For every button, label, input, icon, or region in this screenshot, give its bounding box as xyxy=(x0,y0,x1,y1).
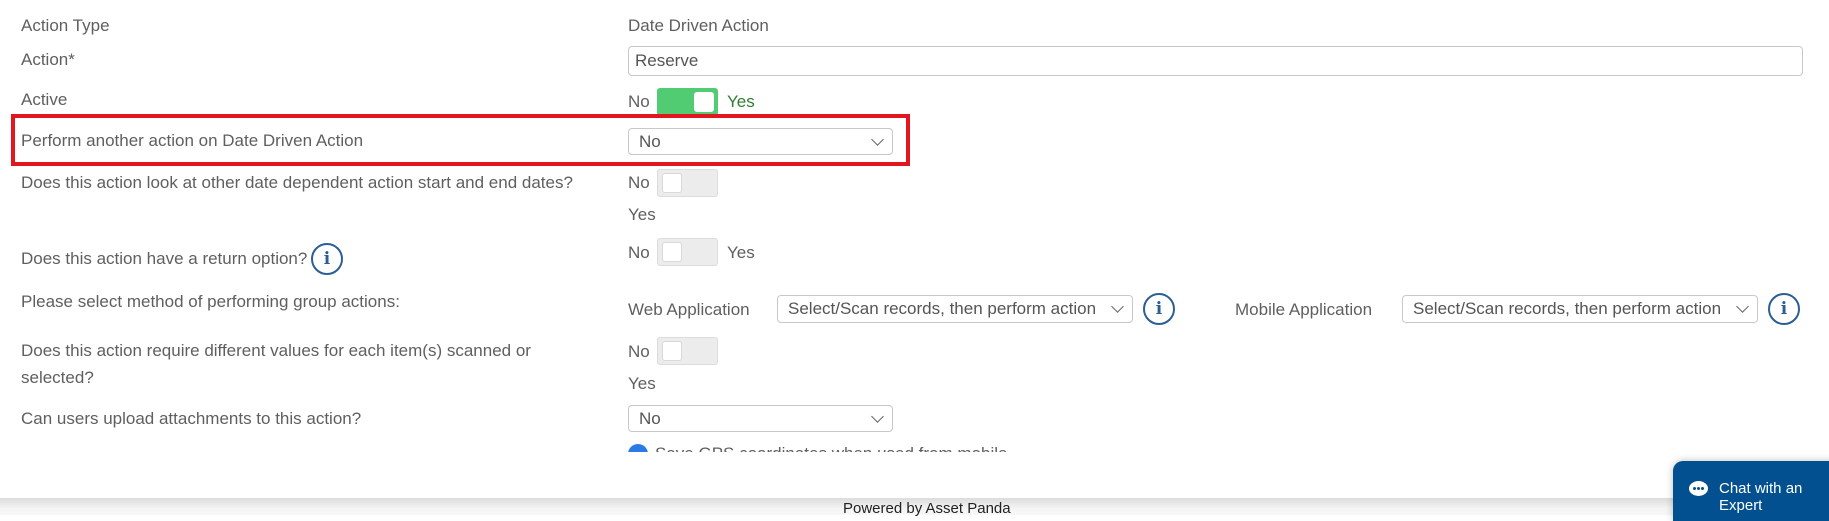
mobile-application-select[interactable]: Select/Scan records, then perform action xyxy=(1402,295,1758,323)
chat-button[interactable]: Chat with an Expert xyxy=(1673,461,1829,521)
different-values-yes: Yes xyxy=(628,374,656,393)
group-method-label: Please select method of performing group… xyxy=(21,292,400,311)
action-type-label: Action Type xyxy=(21,16,110,35)
look-other-dates-no: No xyxy=(628,173,650,192)
footer: Powered by Asset Panda xyxy=(0,498,1829,517)
web-application-value: Select/Scan records, then perform action xyxy=(788,299,1097,318)
return-option-toggle[interactable] xyxy=(657,238,718,266)
info-icon[interactable]: i xyxy=(1143,293,1175,325)
different-values-toggle[interactable] xyxy=(657,337,718,365)
active-yes-label: Yes xyxy=(727,92,755,111)
chevron-down-icon xyxy=(1111,300,1124,313)
mobile-application-value: Select/Scan records, then perform action xyxy=(1413,299,1722,318)
return-option-label: Does this action have a return option? xyxy=(21,249,308,268)
active-toggle[interactable] xyxy=(657,88,718,116)
action-type-value: Date Driven Action xyxy=(628,16,769,35)
active-label: Active xyxy=(21,90,68,109)
toggle-knob xyxy=(662,173,682,193)
perform-another-label: Perform another action on Date Driven Ac… xyxy=(21,131,364,150)
info-icon[interactable]: i xyxy=(311,243,343,275)
look-other-dates-label: Does this action look at other date depe… xyxy=(21,173,573,192)
mobile-application-label: Mobile Application xyxy=(1235,300,1373,319)
return-option-no: No xyxy=(628,243,650,262)
action-input-value: Reserve xyxy=(635,51,699,70)
web-application-label: Web Application xyxy=(628,300,750,319)
return-option-yes: Yes xyxy=(727,243,755,262)
look-other-dates-toggle[interactable] xyxy=(657,169,718,197)
look-other-dates-yes: Yes xyxy=(628,205,656,224)
different-values-label-line2: selected? xyxy=(21,368,94,387)
perform-another-value: No xyxy=(639,131,661,151)
different-values-no: No xyxy=(628,342,650,361)
active-no-label: No xyxy=(628,92,650,111)
web-application-select[interactable]: Select/Scan records, then perform action xyxy=(777,295,1133,323)
info-icon[interactable]: i xyxy=(1768,293,1800,325)
chevron-down-icon xyxy=(871,409,884,423)
gps-checkbox[interactable] xyxy=(628,444,648,452)
perform-another-select[interactable]: No xyxy=(628,128,893,155)
toggle-knob xyxy=(662,341,682,361)
chevron-down-icon xyxy=(1736,300,1749,313)
action-label: Action* xyxy=(21,50,75,69)
gps-label: Save GPS coordinates when used from mobi… xyxy=(655,444,1007,452)
attachments-label: Can users upload attachments to this act… xyxy=(21,409,362,428)
toggle-knob xyxy=(694,92,714,112)
attachments-select[interactable]: No xyxy=(628,405,893,432)
different-values-label-line1: Does this action require different value… xyxy=(21,341,531,360)
form-area: Action Type Date Driven Action Action* R… xyxy=(0,0,1829,452)
powered-by-text: Powered by Asset Panda xyxy=(843,500,1011,517)
chevron-down-icon xyxy=(871,132,884,146)
action-input[interactable]: Reserve xyxy=(628,46,1803,76)
chat-button-label: Chat with an Expert xyxy=(1719,480,1803,514)
chat-bubble-icon xyxy=(1689,481,1708,496)
attachments-value: No xyxy=(639,408,661,428)
toggle-knob xyxy=(662,242,682,262)
